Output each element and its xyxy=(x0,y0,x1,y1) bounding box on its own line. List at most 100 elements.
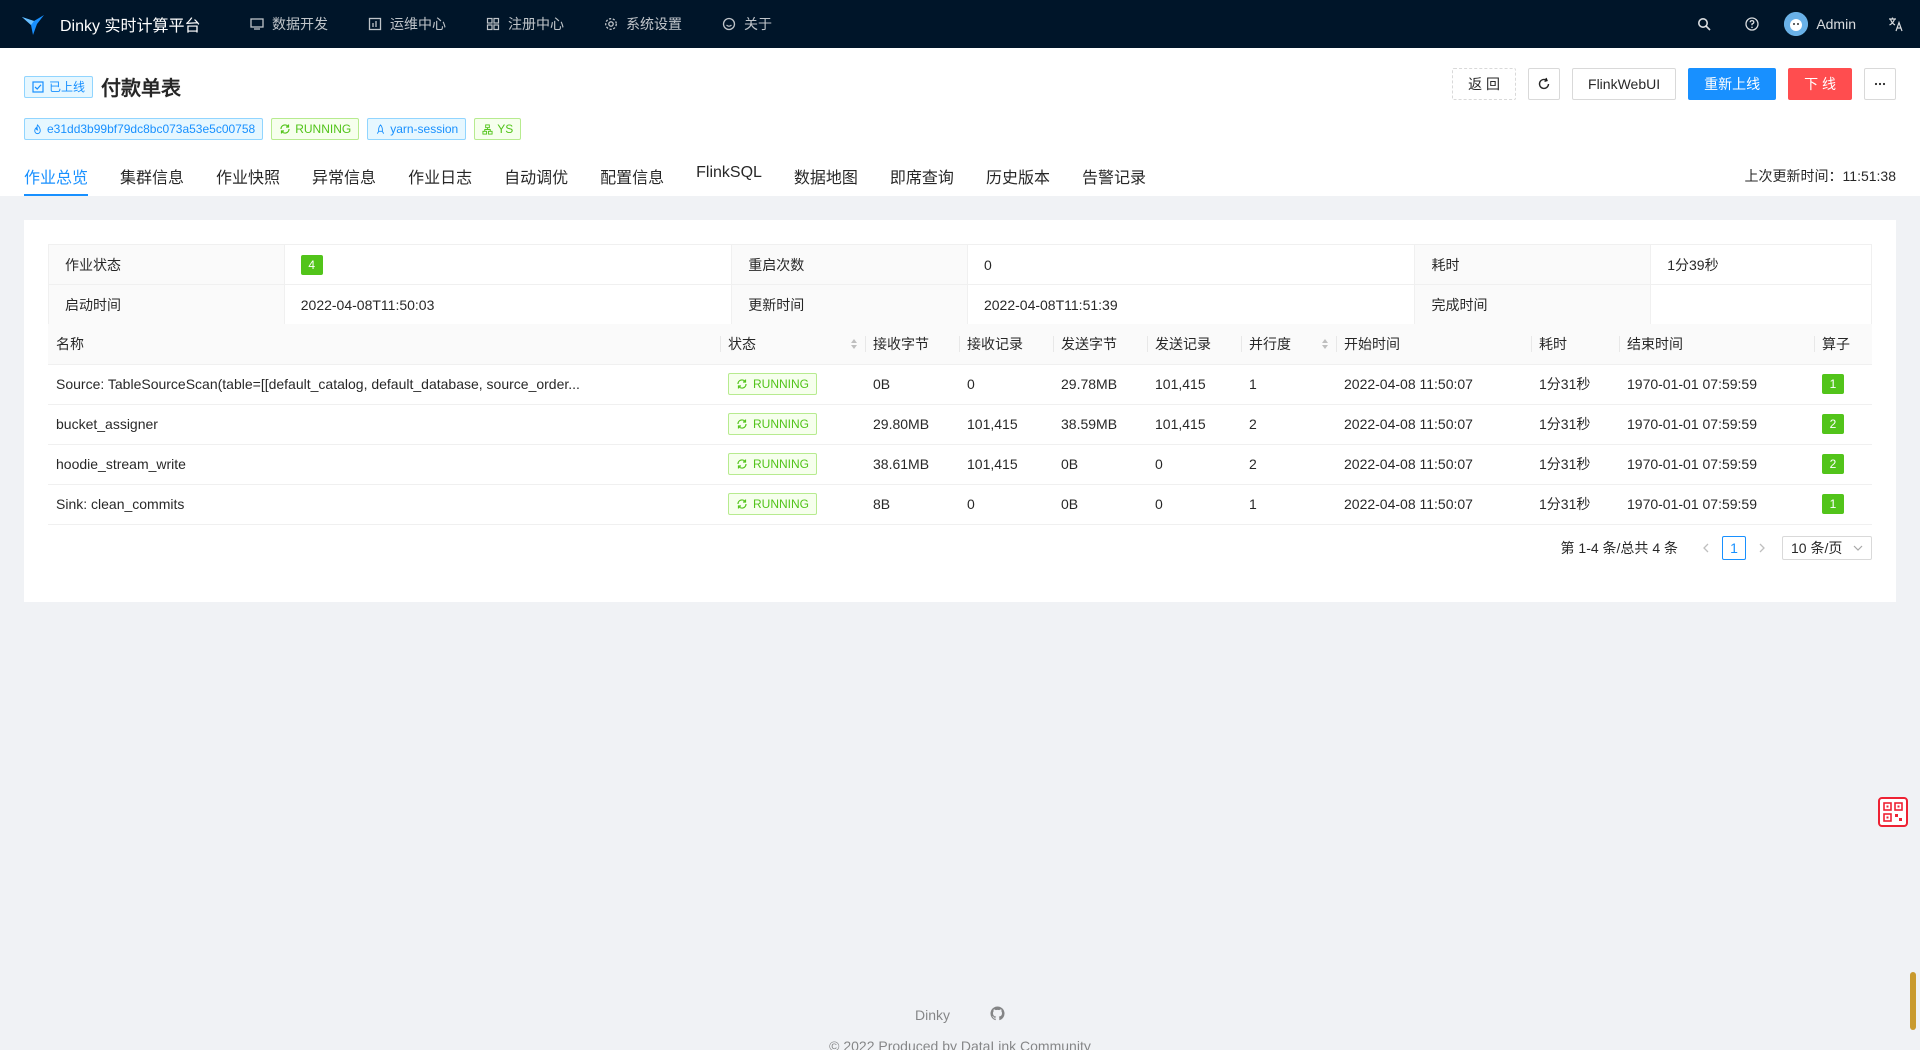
col-header-duration: 耗时 xyxy=(1531,324,1619,365)
col-header-name: 名称 xyxy=(48,324,720,365)
cell-parallelism: 1 xyxy=(1241,484,1336,525)
cell-name: bucket_assigner xyxy=(48,404,720,445)
table-row[interactable]: Source: TableSourceScan(table=[[default_… xyxy=(48,364,1872,405)
help-icon[interactable] xyxy=(1728,0,1776,48)
tab-job-log[interactable]: 作业日志 xyxy=(408,158,472,196)
sort-icon xyxy=(851,338,857,350)
col-header-parallelism-label: 并行度 xyxy=(1249,335,1291,352)
page-footer: Dinky © 2022 Produced by DataLink Commun… xyxy=(0,1006,1920,1050)
back-button[interactable]: 返 回 xyxy=(1452,68,1517,100)
github-icon[interactable] xyxy=(990,1006,1005,1024)
tab-data-map[interactable]: 数据地图 xyxy=(794,158,858,196)
job-status-tag: RUNNING xyxy=(271,118,360,140)
cell-name: Source: TableSourceScan(table=[[default_… xyxy=(48,364,720,405)
job-tabs: 作业总览 集群信息 作业快照 异常信息 作业日志 自动调优 配置信息 Flink… xyxy=(24,158,1178,196)
more-button[interactable] xyxy=(1864,68,1896,100)
cell-parallelism: 2 xyxy=(1241,404,1336,445)
cell-status: RUNNING xyxy=(720,364,865,405)
cell-duration: 1分31秒 xyxy=(1531,404,1619,445)
tab-adhoc-query[interactable]: 即席查询 xyxy=(890,158,954,196)
cell-ops: 2 xyxy=(1814,444,1872,485)
restart-value: 0 xyxy=(968,245,1416,284)
overview-card: 作业状态 4 重启次数 0 耗时 1分39秒 启动时间 2022-04-08T1… xyxy=(24,220,1896,602)
cell-start: 2022-04-08 11:50:07 xyxy=(1336,484,1531,525)
cell-recv-bytes: 0B xyxy=(865,364,959,405)
user-menu[interactable]: Admin xyxy=(1776,0,1872,48)
tab-overview[interactable]: 作业总览 xyxy=(24,158,89,196)
col-header-status[interactable]: 状态 xyxy=(720,324,865,365)
translate-icon[interactable] xyxy=(1872,0,1920,48)
republish-button[interactable]: 重新上线 xyxy=(1688,68,1777,100)
tab-auto-tuning[interactable]: 自动调优 xyxy=(504,158,568,196)
refresh-button[interactable] xyxy=(1528,68,1561,100)
update-time-value: 2022-04-08T11:51:39 xyxy=(968,285,1416,325)
menu-item-label: 关于 xyxy=(744,16,772,32)
page-header: 已上线 付款单表 e31dd3b99bf79dc8bc073a53e5c0075… xyxy=(0,48,1920,196)
status-label: RUNNING xyxy=(753,497,809,511)
desc-row: 作业状态 4 重启次数 0 耗时 1分39秒 xyxy=(49,245,1871,285)
app-logo[interactable]: Dinky 实时计算平台 xyxy=(20,11,230,37)
menu-item-data-dev[interactable]: 数据开发 xyxy=(230,0,348,48)
footer-copyright: © 2022 Produced by DataLink Community xyxy=(829,1038,1091,1050)
page-size-select[interactable]: 10 条/页 xyxy=(1782,536,1872,560)
operator-count-badge: 1 xyxy=(1822,374,1844,394)
offline-button[interactable]: 下 线 xyxy=(1788,68,1852,100)
col-header-parallelism[interactable]: 并行度 xyxy=(1241,324,1336,365)
sync-icon xyxy=(737,459,747,469)
user-name: Admin xyxy=(1816,16,1856,32)
cell-parallelism: 1 xyxy=(1241,364,1336,405)
menu-item-about[interactable]: 关于 xyxy=(702,0,792,48)
page-1-button[interactable]: 1 xyxy=(1722,536,1746,560)
menu-item-settings[interactable]: 系统设置 xyxy=(584,0,702,48)
tab-history[interactable]: 历史版本 xyxy=(986,158,1050,196)
job-tags: e31dd3b99bf79dc8bc073a53e5c00758 RUNNING… xyxy=(24,118,529,140)
table-row[interactable]: bucket_assigner RUNNING 29.80MB 101,415 38.5… xyxy=(48,404,1872,445)
tab-exceptions[interactable]: 异常信息 xyxy=(312,158,376,196)
job-state-label: 作业状态 xyxy=(49,245,285,284)
tab-config[interactable]: 配置信息 xyxy=(600,158,664,196)
table-row[interactable]: Sink: clean_commits RUNNING 8B 0 0B 0 1 2022-04… xyxy=(48,484,1872,525)
reload-icon xyxy=(1538,77,1550,90)
cell-end: 1970-01-01 07:59:59 xyxy=(1619,404,1814,445)
tab-flinksql[interactable]: FlinkSQL xyxy=(696,158,762,196)
footer-link-dinky[interactable]: Dinky xyxy=(915,1007,950,1023)
cluster-tag: YS xyxy=(474,118,522,140)
col-header-recv-bytes: 接收字节 xyxy=(865,324,959,365)
cell-end: 1970-01-01 07:59:59 xyxy=(1619,364,1814,405)
cell-start: 2022-04-08 11:50:07 xyxy=(1336,444,1531,485)
menu-item-label: 运维中心 xyxy=(390,16,446,32)
tab-snapshot[interactable]: 作业快照 xyxy=(216,158,280,196)
app-title: Dinky 实时计算平台 xyxy=(60,18,201,35)
duration-label: 耗时 xyxy=(1415,245,1652,284)
pagination: 第 1-4 条/总共 4 条 1 10 条/页 xyxy=(1561,536,1872,560)
last-update-time: 上次更新时间：11:51:38 xyxy=(1744,168,1896,184)
cell-recv-bytes: 29.80MB xyxy=(865,404,959,445)
top-navbar: Dinky 实时计算平台 数据开发 运维中心 注册中心 系统设置 关于 Admi… xyxy=(0,0,1920,48)
table-row[interactable]: hoodie_stream_write RUNNING 38.61MB 101,415… xyxy=(48,444,1872,485)
tab-cluster-info[interactable]: 集群信息 xyxy=(120,158,184,196)
prev-page-button[interactable] xyxy=(1694,536,1718,560)
cell-recv-records: 0 xyxy=(959,364,1053,405)
col-header-label: 发送字节 xyxy=(1061,335,1117,352)
qrcode-button[interactable] xyxy=(1878,797,1908,827)
check-square-icon xyxy=(32,80,44,93)
menu-item-registry[interactable]: 注册中心 xyxy=(466,0,584,48)
job-state-value: 4 xyxy=(285,245,733,284)
sync-icon xyxy=(737,499,747,509)
tab-alerts[interactable]: 告警记录 xyxy=(1082,158,1146,196)
header-actions: 返 回 FlinkWebUI 重新上线 下 线 xyxy=(1440,68,1896,100)
cell-send-records: 101,415 xyxy=(1147,364,1241,405)
pagination-total: 第 1-4 条/总共 4 条 xyxy=(1560,540,1678,556)
col-header-recv-records: 接收记录 xyxy=(959,324,1053,365)
search-icon[interactable] xyxy=(1680,0,1728,48)
cell-status: RUNNING xyxy=(720,404,865,445)
cell-parallelism: 2 xyxy=(1241,444,1336,485)
flink-web-ui-button[interactable]: FlinkWebUI xyxy=(1572,68,1677,100)
menu-item-ops-center[interactable]: 运维中心 xyxy=(348,0,466,48)
next-page-button[interactable] xyxy=(1750,536,1774,560)
scrollbar-thumb[interactable] xyxy=(1910,972,1916,1030)
appstore-icon xyxy=(486,17,500,31)
cell-recv-bytes: 8B xyxy=(865,484,959,525)
col-header-label: 算子 xyxy=(1822,335,1850,352)
cell-send-bytes: 29.78MB xyxy=(1053,364,1147,405)
